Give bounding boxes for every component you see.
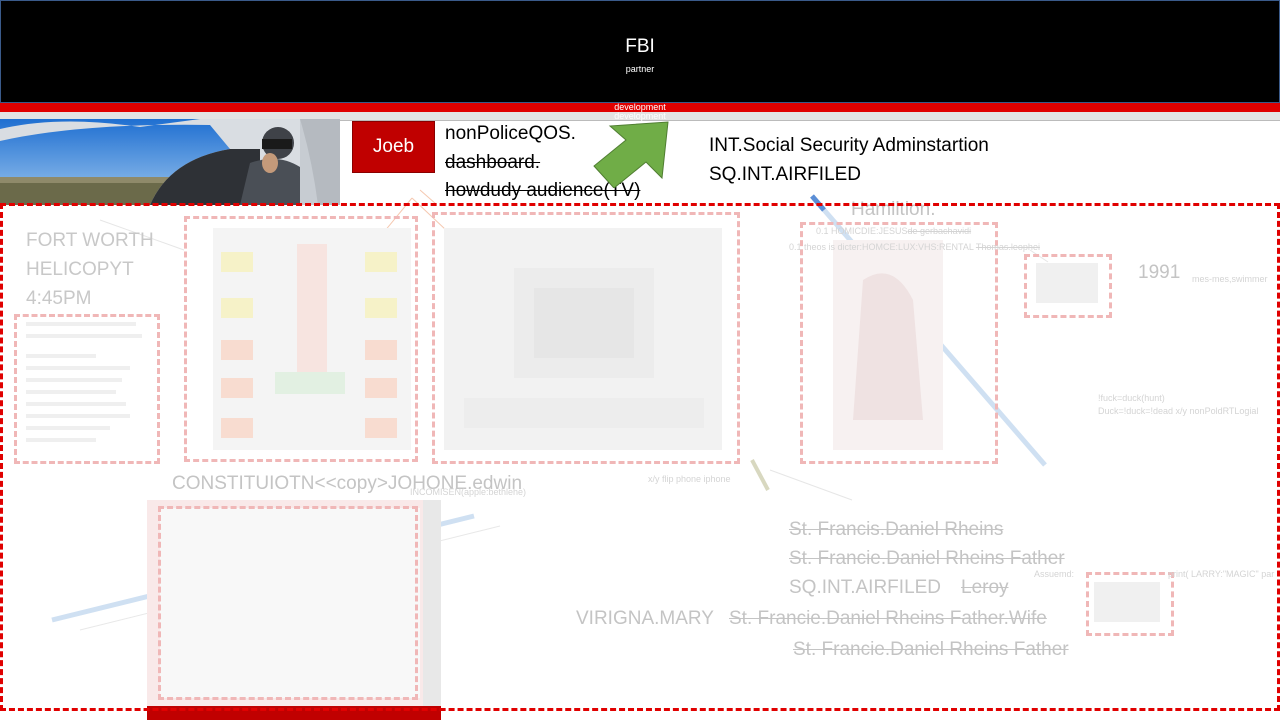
joeb-button[interactable]: Joeb	[352, 121, 435, 173]
note-line: nonPoliceQOS.	[445, 123, 576, 144]
highlight-frame	[0, 203, 1280, 711]
header-title: FBI	[625, 36, 655, 57]
agency-line: INT.Social Security Adminstartion	[709, 135, 989, 156]
header-subtitle: partner	[625, 64, 655, 74]
note-line-struck: dashboard.	[445, 152, 541, 173]
